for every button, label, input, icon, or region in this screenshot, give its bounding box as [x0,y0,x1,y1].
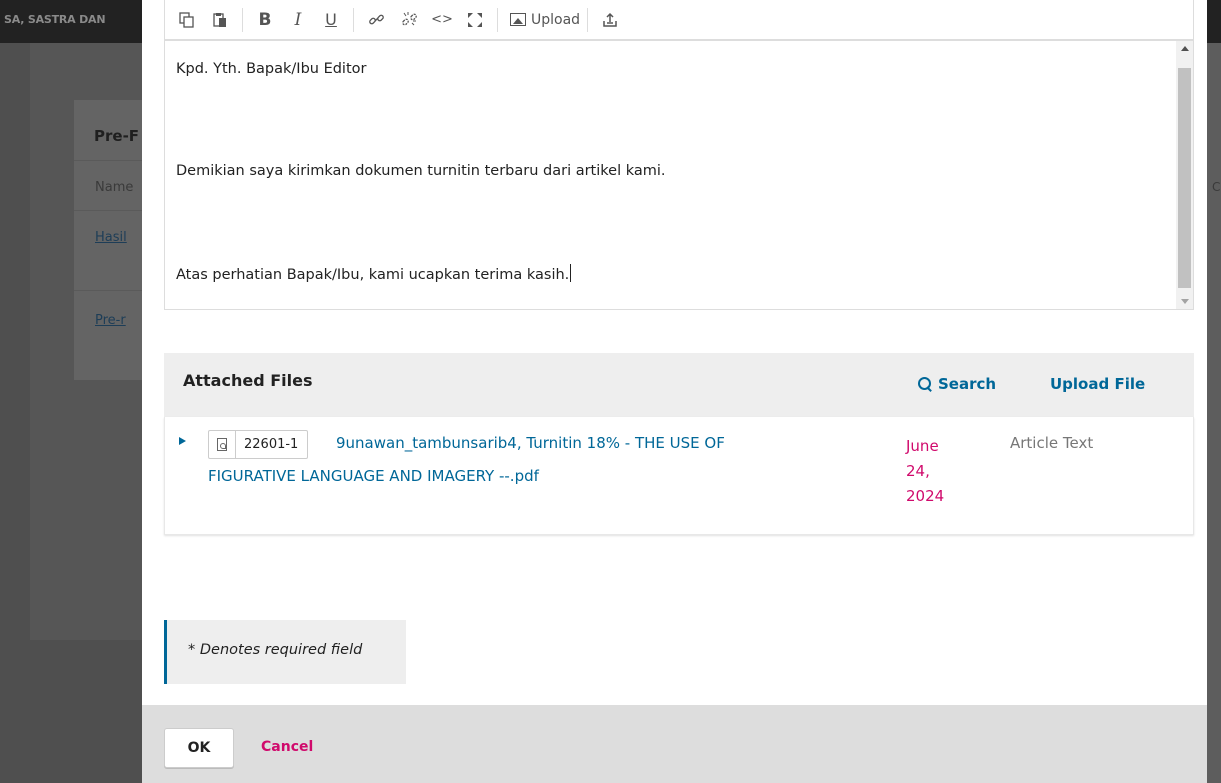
attached-files-title: Attached Files [183,371,313,390]
background-link: Hasil [95,230,127,245]
required-field-text: * Denotes required field [188,642,363,658]
toolbar-separator [242,7,243,32]
file-id: 22601-1 [244,437,299,452]
image-upload-button[interactable]: Upload [506,12,584,28]
image-icon [510,13,526,26]
file-id-badge: 22601-1 [208,430,309,459]
file-list: 22601-1 9unawan_tambunsarib4, Turnitin 1… [164,417,1194,535]
search-icon [918,377,932,391]
editor-paragraph: Kpd. Yth. Bapak/Ibu Editor [176,61,367,77]
pdf-file-icon [209,431,236,458]
background-right-edge [1207,43,1221,783]
italic-icon[interactable]: I [284,6,312,34]
background-column-header: Name [95,180,134,195]
image-upload-label: Upload [531,11,581,28]
fullscreen-icon[interactable] [461,6,489,34]
scroll-down-arrow-icon[interactable] [1181,299,1189,304]
search-label: Search [938,375,997,393]
modal-footer: OK Cancel [142,705,1207,783]
text-caret [570,264,572,282]
background-card-title: Pre-F [94,127,140,145]
search-files-button[interactable]: Search [918,375,996,393]
attached-files-panel: Attached Files Search Upload File 22601-… [164,353,1194,535]
scrollbar-thumb[interactable] [1178,68,1191,288]
link-icon[interactable] [362,6,390,34]
insert-file-icon[interactable] [596,6,624,34]
required-field-notice: * Denotes required field [164,620,406,684]
background-link: Pre-r [95,313,126,328]
ok-button[interactable]: OK [164,728,234,768]
editor-paragraph: Demikian saya kirimkan dokumen turnitin … [176,163,666,179]
expand-row-icon[interactable] [179,437,186,445]
unlink-icon[interactable] [395,6,423,34]
cancel-button[interactable]: Cancel [261,739,313,755]
bold-icon[interactable]: B [251,6,279,34]
copy-icon[interactable] [173,6,201,34]
scroll-up-arrow-icon[interactable] [1181,46,1189,51]
paste-icon[interactable] [206,6,234,34]
modal-dialog: B I U <> Upload Kpd. Yth. Bapak/Ibu Edit… [142,0,1207,783]
upload-file-button[interactable]: Upload File [1050,375,1145,393]
editor-scrollbar[interactable] [1176,41,1193,309]
toolbar-separator [353,7,354,32]
file-name-link[interactable]: FIGURATIVE LANGUAGE AND IMAGERY --.pdf [208,467,539,485]
background-site-title: SA, SASTRA DAN [4,13,106,26]
underline-icon[interactable]: U [317,6,345,34]
background-right-mark: C [1212,180,1221,194]
editor-paragraph: Atas perhatian Bapak/Ibu, kami ucapkan t… [176,264,572,283]
file-name-link[interactable]: 9unawan_tambunsarib4, Turnitin 18% - THE… [336,434,725,452]
attached-files-header: Attached Files Search Upload File [164,353,1194,417]
file-type: Article Text [1010,434,1094,452]
message-editor[interactable]: Kpd. Yth. Bapak/Ibu Editor Demikian saya… [164,40,1194,310]
code-icon[interactable]: <> [428,6,456,34]
editor-toolbar: B I U <> Upload [164,0,1194,40]
file-date: June 24, 2024 [906,437,945,505]
toolbar-separator [497,7,498,32]
toolbar-separator [587,7,589,32]
